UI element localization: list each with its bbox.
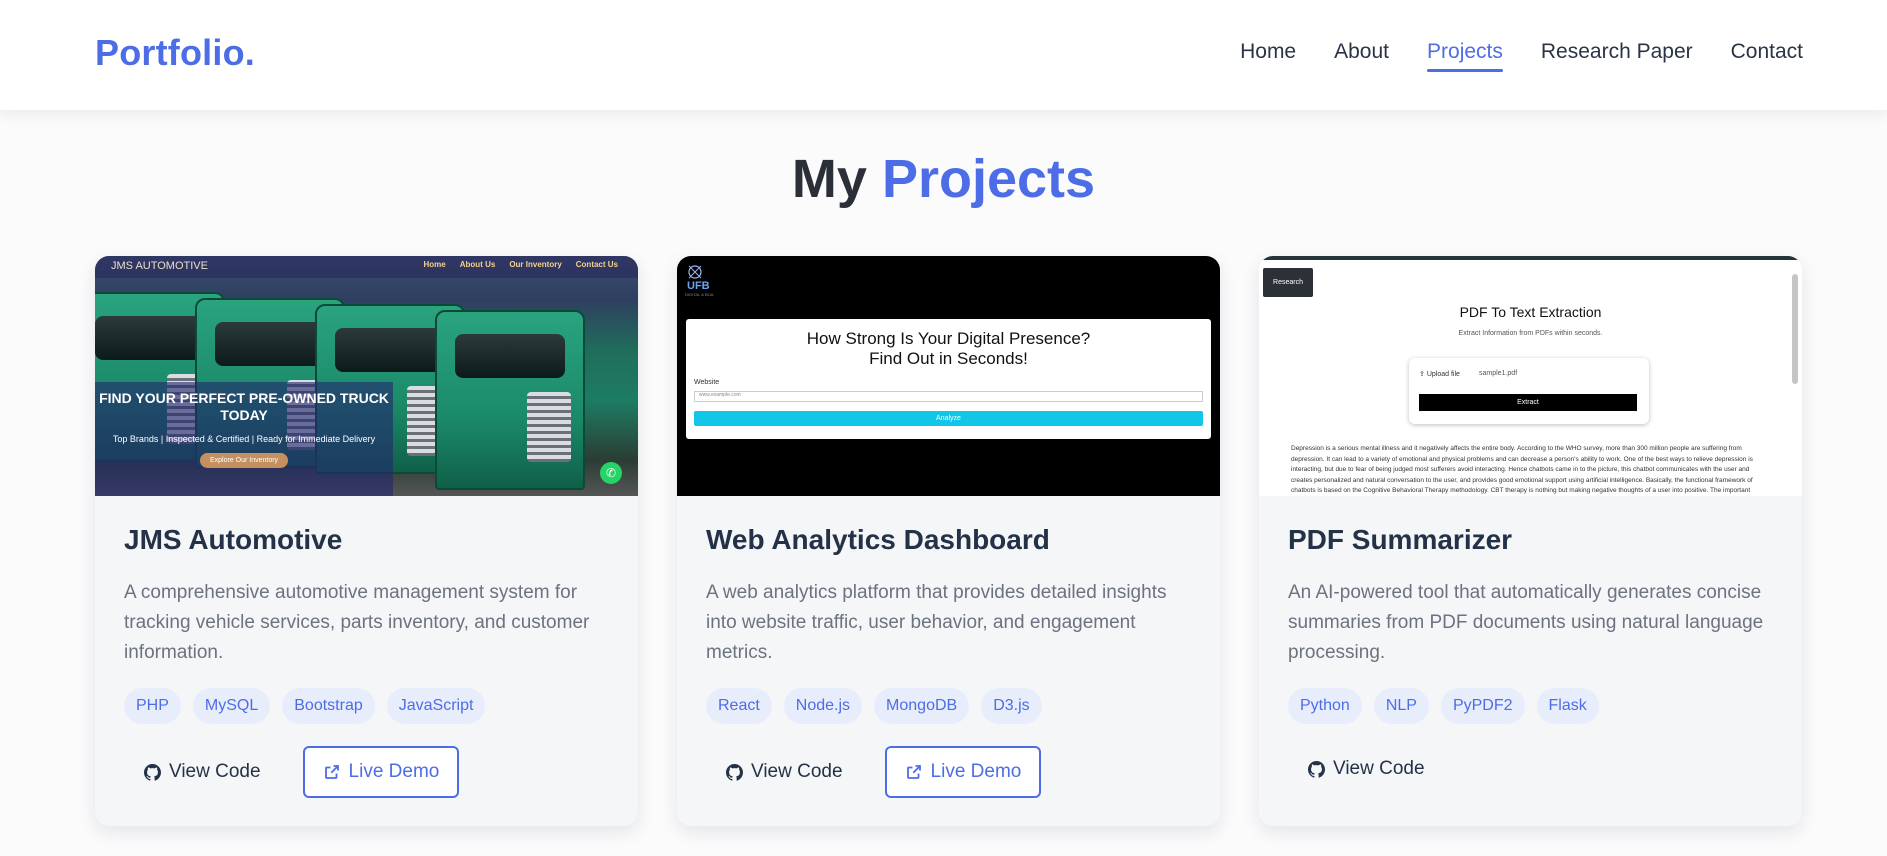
tech-tags: React Node.js MongoDB D3.js — [706, 688, 1191, 724]
card-actions: View Code Live Demo — [124, 746, 609, 798]
github-icon — [144, 763, 161, 781]
screenshot-navbar: JMS AUTOMOTIVE Home About Us Our Invento… — [95, 256, 638, 278]
nav-home[interactable]: Home — [1240, 40, 1296, 70]
project-card-web-analytics: UFB DIGITAL & BOA How Strong Is Your Dig… — [677, 256, 1220, 826]
view-code-button[interactable]: View Code — [706, 749, 863, 795]
screenshot-nav-item: Our Inventory — [509, 260, 562, 269]
screenshot-hero-overlay: FIND YOUR PERFECT PRE-OWNED TRUCK TODAY … — [95, 382, 393, 496]
view-code-button[interactable]: View Code — [124, 749, 281, 795]
screenshot-question-line: How Strong Is Your Digital Presence? — [806, 329, 1091, 348]
screenshot-site-name: JMS AUTOMOTIVE — [111, 260, 208, 272]
tech-tag: MongoDB — [874, 688, 970, 724]
card-actions: View Code — [1288, 746, 1773, 792]
project-card-pdf-summarizer: Research PDF To Text Extraction Extract … — [1259, 256, 1802, 826]
screenshot-paragraph: Depression is a serious mental illness a… — [1291, 445, 1753, 494]
screenshot-upload-label: ⇪ Upload file — [1419, 371, 1460, 378]
tech-tags: PHP MySQL Bootstrap JavaScript — [124, 688, 609, 724]
screenshot-question: How Strong Is Your Digital Presence? Fin… — [686, 329, 1211, 369]
nav-research-paper[interactable]: Research Paper — [1541, 40, 1693, 70]
project-card-jms-automotive: JMS AUTOMOTIVE Home About Us Our Invento… — [95, 256, 638, 826]
screenshot-headline: FIND YOUR PERFECT PRE-OWNED TRUCK TODAY — [99, 390, 389, 423]
tech-tag: PyPDF2 — [1440, 688, 1525, 724]
view-code-label: View Code — [169, 761, 261, 782]
screenshot-logo: UFB DIGITAL & BOA — [683, 262, 743, 300]
card-actions: View Code Live Demo — [706, 746, 1191, 798]
screenshot-field-label: Website — [694, 379, 720, 386]
whatsapp-icon: ✆ — [600, 462, 622, 484]
section-title: My Projects — [0, 148, 1887, 210]
screenshot-nav-item: Home — [423, 260, 446, 269]
screenshot-scrollbar — [1792, 274, 1798, 384]
screenshot-question-line: Find Out in Seconds! — [869, 349, 1028, 368]
screenshot-title: PDF To Text Extraction — [1459, 304, 1602, 320]
screenshot-analyze-button: Analyze — [694, 411, 1203, 426]
screenshot-logo-sub: DIGITAL & BOA — [685, 292, 714, 297]
view-code-label: View Code — [751, 761, 843, 782]
project-title: JMS Automotive — [124, 524, 343, 555]
project-screenshot: UFB DIGITAL & BOA How Strong Is Your Dig… — [677, 256, 1220, 496]
screenshot-logo-text: UFB — [687, 280, 710, 292]
card-body: PDF Summarizer An AI-powered tool that a… — [1288, 524, 1773, 792]
tech-tag: React — [706, 688, 772, 724]
section-title-part1: My — [791, 149, 867, 209]
site-header: Portfolio. Home About Projects Research … — [0, 0, 1887, 110]
tech-tag: MySQL — [192, 688, 271, 724]
tech-tag: JavaScript — [386, 688, 486, 724]
screenshot-subtitle: Extract Information from PDFs within sec… — [1458, 330, 1603, 337]
screenshot-upload-box: ⇪ Upload file sample1.pdf Extract — [1409, 358, 1649, 424]
card-body: JMS Automotive A comprehensive automotiv… — [124, 524, 609, 798]
project-cards: JMS AUTOMOTIVE Home About Us Our Invento… — [95, 256, 1802, 826]
screenshot-cta: Explore Our Inventory — [199, 453, 289, 468]
section-title-part2: Projects — [881, 149, 1096, 209]
truck-image — [435, 310, 585, 490]
live-demo-label: Live Demo — [930, 761, 1022, 782]
project-description: A web analytics platform that provides d… — [706, 582, 1167, 663]
main-nav: Home About Projects Research Paper Conta… — [1240, 40, 1803, 72]
screenshot-nav-item: Contact Us — [575, 260, 618, 269]
screenshot-subline: Top Brands | Inspected & Certified | Rea… — [112, 434, 376, 444]
nav-contact[interactable]: Contact — [1731, 40, 1803, 70]
external-link-icon — [906, 765, 921, 779]
screenshot-nav-item: About Us — [459, 260, 496, 269]
tech-tag: PHP — [124, 688, 181, 724]
card-body: Web Analytics Dashboard A web analytics … — [706, 524, 1191, 798]
tech-tag: Python — [1288, 688, 1362, 724]
nav-about[interactable]: About — [1334, 40, 1389, 70]
view-code-button[interactable]: View Code — [1288, 746, 1445, 792]
github-icon — [1308, 760, 1325, 778]
view-code-label: View Code — [1333, 758, 1425, 779]
project-description: A comprehensive automotive management sy… — [124, 582, 590, 663]
external-link-icon — [324, 765, 339, 779]
tech-tags: Python NLP PyPDF2 Flask — [1288, 688, 1773, 724]
screenshot-research-button: Research — [1263, 268, 1313, 297]
tech-tag: Bootstrap — [282, 688, 375, 724]
brand-logo[interactable]: Portfolio. — [95, 32, 255, 74]
tech-tag: Node.js — [783, 688, 863, 724]
project-title: Web Analytics Dashboard — [706, 524, 1050, 555]
tech-tag: NLP — [1373, 688, 1429, 724]
screenshot-extract-button: Extract — [1419, 394, 1637, 411]
live-demo-label: Live Demo — [348, 761, 440, 782]
screenshot-file-name: sample1.pdf — [1479, 370, 1518, 377]
project-screenshot: JMS AUTOMOTIVE Home About Us Our Invento… — [95, 256, 638, 496]
github-icon — [726, 763, 743, 781]
screenshot-field: www.example.com — [694, 391, 1203, 402]
tech-tag: D3.js — [981, 688, 1042, 724]
nav-projects[interactable]: Projects — [1427, 40, 1503, 72]
live-demo-button[interactable]: Live Demo — [302, 746, 460, 798]
tech-tag: Flask — [1536, 688, 1599, 724]
project-description: An AI-powered tool that automatically ge… — [1288, 582, 1764, 663]
live-demo-button[interactable]: Live Demo — [884, 746, 1042, 798]
project-screenshot: Research PDF To Text Extraction Extract … — [1259, 256, 1802, 496]
project-title: PDF Summarizer — [1288, 524, 1513, 555]
screenshot-panel: How Strong Is Your Digital Presence? Fin… — [686, 319, 1211, 439]
